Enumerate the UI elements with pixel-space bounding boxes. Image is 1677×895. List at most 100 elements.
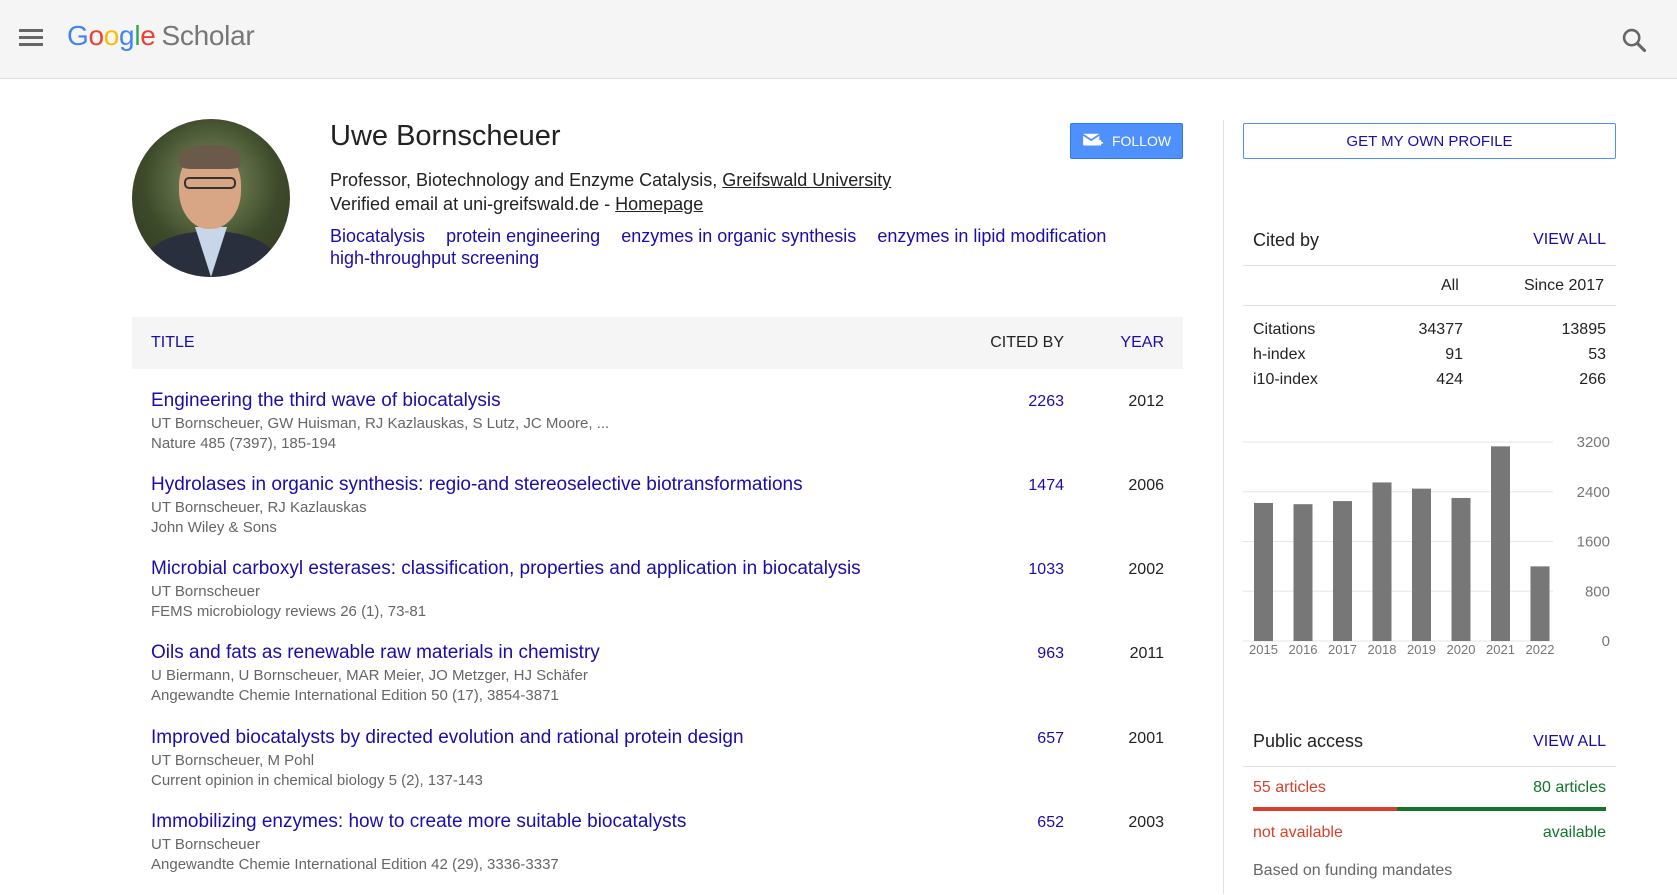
article-row: Oils and fats as renewable raw materials… xyxy=(132,642,1183,726)
logo-letter: e xyxy=(140,20,156,51)
citations-per-year-chart: 0 800 1600 2400 3200 2015 2016 2017 2018 2019 2020… xyxy=(1243,434,1610,657)
y-tick-label: 1600 xyxy=(1577,534,1610,551)
interest-link[interactable]: enzymes in organic synthesis xyxy=(621,226,856,246)
x-tick-label: 2022 xyxy=(1526,642,1555,657)
article-authors: UT Bornscheuer xyxy=(151,836,260,853)
citation-bar-2016[interactable] xyxy=(1293,504,1313,641)
divider xyxy=(1243,305,1616,306)
not-available-label: not available xyxy=(1253,824,1343,841)
stat-label: h-index xyxy=(1253,346,1306,363)
available-count-link[interactable]: 80 articles xyxy=(1533,779,1606,797)
y-tick-label: 3200 xyxy=(1577,434,1610,451)
mail-plus-icon xyxy=(1082,133,1103,146)
cited-by-heading: Cited by xyxy=(1253,230,1320,250)
cited-by-header[interactable]: CITED BY xyxy=(990,334,1064,352)
article-year: 2012 xyxy=(1128,393,1164,410)
y-tick-label: 0 xyxy=(1602,633,1610,650)
sort-by-year[interactable]: YEAR xyxy=(1120,334,1164,352)
affiliation-text: Professor, Biotechnology and Enzyme Cata… xyxy=(330,170,723,190)
cited-by-view-all-link[interactable]: VIEW ALL xyxy=(1533,231,1606,249)
cited-by-count-link[interactable]: 2263 xyxy=(1028,393,1064,411)
articles-table-header: TITLE CITED BY YEAR xyxy=(132,317,1183,369)
cited-by-count-link[interactable]: 1474 xyxy=(1028,477,1064,495)
logo-letter: g xyxy=(119,20,135,51)
y-tick-label: 2400 xyxy=(1577,484,1610,501)
cited-by-count-link[interactable]: 652 xyxy=(1037,814,1064,832)
article-year: 2011 xyxy=(1129,645,1164,662)
google-scholar-logo[interactable]: Google Scholar xyxy=(67,20,255,52)
interest-link[interactable]: protein engineering xyxy=(446,226,600,246)
article-title-link[interactable]: Hydrolases in organic synthesis: regio-a… xyxy=(151,474,803,496)
research-interests: Biocatalysis protein engineering enzymes… xyxy=(330,225,1150,269)
article-title-link[interactable]: Oils and fats as renewable raw materials… xyxy=(151,642,600,664)
available-bar xyxy=(1396,807,1606,811)
article-title-link[interactable]: Immobilizing enzymes: how to create more… xyxy=(151,811,686,833)
citation-bar-2021[interactable] xyxy=(1491,446,1510,641)
article-authors: UT Bornscheuer, GW Huisman, RJ Kazlauska… xyxy=(151,415,610,432)
article-title-link[interactable]: Microbial carboxyl esterases: classifica… xyxy=(151,558,861,580)
stat-all: 91 xyxy=(1445,346,1463,363)
logo-letter: o xyxy=(88,20,104,51)
stat-label: Citations xyxy=(1253,321,1316,338)
divider xyxy=(1243,265,1616,266)
citation-bar-2015[interactable] xyxy=(1254,502,1273,641)
available-label: available xyxy=(1542,824,1606,841)
logo-suffix: Scholar xyxy=(161,20,255,51)
x-tick-label: 2020 xyxy=(1447,642,1476,657)
article-venue: FEMS microbiology reviews 26 (1), 73-81 xyxy=(151,603,427,620)
x-tick-label: 2017 xyxy=(1328,642,1357,657)
follow-button[interactable]: FOLLOW xyxy=(1070,123,1183,159)
stat-label: i10-index xyxy=(1253,371,1318,388)
article-venue: John Wiley & Sons xyxy=(151,519,277,536)
col-since-header: Since 2017 xyxy=(1524,277,1605,294)
article-title-link[interactable]: Improved biocatalysts by directed evolut… xyxy=(151,727,744,749)
profile-photo xyxy=(132,119,290,277)
stat-since: 13895 xyxy=(1561,321,1607,338)
profile-affiliation: Professor, Biotechnology and Enzyme Cata… xyxy=(330,170,891,191)
citation-bar-2022[interactable] xyxy=(1530,566,1550,641)
article-venue: Angewandte Chemie International Edition … xyxy=(151,856,559,873)
article-year: 2006 xyxy=(1128,477,1164,494)
follow-label: FOLLOW xyxy=(1111,133,1172,149)
divider xyxy=(1243,766,1616,767)
not-available-count-link[interactable]: 55 articles xyxy=(1253,779,1326,797)
x-tick-label: 2019 xyxy=(1407,642,1436,657)
homepage-link[interactable]: Homepage xyxy=(615,194,703,214)
article-authors: UT Bornscheuer, M Pohl xyxy=(151,752,315,769)
citation-bar-2019[interactable] xyxy=(1412,488,1431,641)
article-authors: UT Bornscheuer, RJ Kazlauskas xyxy=(151,499,367,516)
article-venue: Angewandte Chemie International Edition … xyxy=(151,687,559,704)
not-available-bar xyxy=(1253,807,1397,811)
cited-by-count-link[interactable]: 657 xyxy=(1037,730,1064,748)
column-divider xyxy=(1223,120,1224,894)
cited-by-count-link[interactable]: 1033 xyxy=(1028,561,1064,579)
profile-email: Verified email at uni-greifswald.de - Ho… xyxy=(330,194,703,215)
search-icon[interactable] xyxy=(1620,26,1648,54)
stat-since: 266 xyxy=(1579,371,1606,388)
logo-letter: G xyxy=(67,20,89,51)
article-row: Microbial carboxyl esterases: classifica… xyxy=(132,558,1183,642)
article-row: Hydrolases in organic synthesis: regio-a… xyxy=(132,474,1183,558)
stat-since: 53 xyxy=(1588,346,1606,363)
stat-all: 424 xyxy=(1436,371,1463,388)
article-year: 2001 xyxy=(1128,730,1164,747)
article-row: Immobilizing enzymes: how to create more… xyxy=(132,811,1183,895)
cited-by-count-link[interactable]: 963 xyxy=(1037,645,1064,663)
sort-by-title[interactable]: TITLE xyxy=(151,334,195,352)
interest-link[interactable]: enzymes in lipid modification xyxy=(877,226,1106,246)
stat-all: 34377 xyxy=(1418,321,1464,338)
logo-letter: o xyxy=(103,20,120,51)
citation-bar-2018[interactable] xyxy=(1372,482,1392,641)
interest-link[interactable]: high-throughput screening xyxy=(330,248,539,268)
hamburger-menu-icon[interactable] xyxy=(19,29,43,47)
public-access-view-all-link[interactable]: VIEW ALL xyxy=(1533,733,1606,751)
public-access-heading: Public access xyxy=(1253,731,1364,751)
article-title-link[interactable]: Engineering the third wave of biocatalys… xyxy=(151,390,501,412)
university-link[interactable]: Greifswald University xyxy=(722,170,891,190)
citation-bar-2017[interactable] xyxy=(1333,501,1352,641)
get-my-own-profile-button[interactable]: GET MY OWN PROFILE xyxy=(1243,123,1616,159)
citation-bar-2020[interactable] xyxy=(1451,497,1471,641)
interest-link[interactable]: Biocatalysis xyxy=(330,226,425,246)
x-tick-label: 2015 xyxy=(1249,642,1278,657)
x-tick-label: 2016 xyxy=(1289,642,1318,657)
